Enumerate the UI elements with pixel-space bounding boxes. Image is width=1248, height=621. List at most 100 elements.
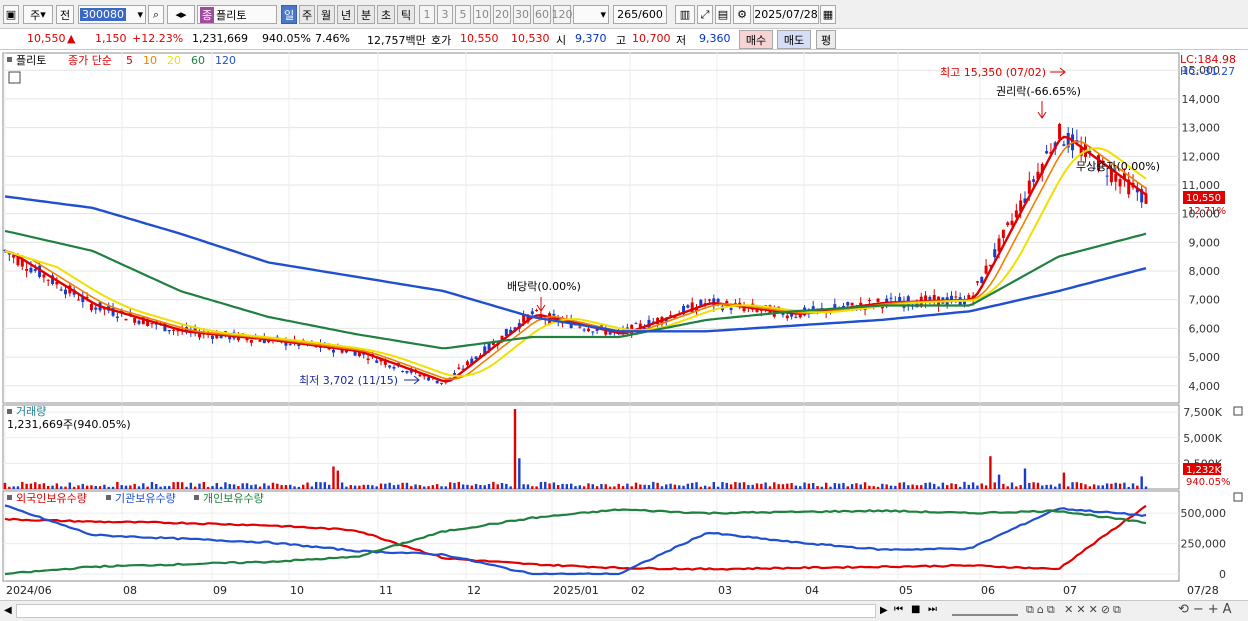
volume-bar — [1023, 468, 1027, 489]
volume-bar — [755, 483, 759, 489]
volume-bar — [16, 486, 20, 489]
volume-bar — [72, 486, 76, 489]
volume-bar — [920, 485, 923, 489]
legend-marker-icon — [7, 495, 12, 500]
turnover-rate: 7.46% — [315, 32, 350, 45]
stop-icon[interactable]: ■ — [911, 604, 920, 615]
tab-year[interactable]: 년 — [337, 5, 355, 24]
volume-bar — [427, 486, 430, 489]
volume-bar — [271, 482, 275, 489]
volume-bar — [729, 484, 733, 489]
zoom-slider[interactable] — [952, 606, 1018, 616]
dropdown-arrow-icon: ▾ — [600, 8, 606, 21]
minute-option[interactable]: 1 — [419, 5, 435, 24]
volume-bar — [1028, 482, 1031, 489]
candle-body — [1118, 179, 1122, 187]
candle-body — [150, 323, 154, 325]
zoom-controls-icon[interactable]: ⟲−+A — [1178, 602, 1236, 617]
tab-second[interactable]: 초 — [377, 5, 395, 24]
first-page-icon[interactable]: ⏮ — [894, 604, 903, 615]
scroll-left-icon[interactable]: ◀ — [4, 605, 12, 616]
chart-area[interactable]: 15,000 14,000 13,000 12,000 11,000 10,000 9,00… — [0, 51, 1248, 601]
volume-bar — [206, 486, 210, 489]
minute-option[interactable]: 10 — [473, 5, 491, 24]
volume-bar — [708, 486, 711, 489]
prev-button[interactable]: 전 — [56, 5, 74, 24]
sell-button[interactable]: 매도 — [777, 30, 811, 49]
volume-bar — [842, 482, 845, 489]
volume-bar — [38, 484, 41, 489]
tab-second-label: 초 — [380, 8, 392, 22]
stock-code-input[interactable]: 300080 ▾ — [78, 5, 146, 24]
volume-bar — [155, 484, 158, 489]
candle-body — [686, 305, 690, 308]
save-icon[interactable]: ▤ — [715, 5, 731, 24]
candle-body — [876, 298, 880, 302]
volume-bar — [375, 486, 378, 489]
minute-option[interactable]: 5 — [455, 5, 471, 24]
period-main-select[interactable]: 주 ▾ — [23, 5, 53, 24]
crosshair-icon[interactable]: ⤢ — [697, 5, 713, 24]
scroll-track[interactable] — [16, 604, 876, 618]
chart-svg[interactable]: 15,00014,00013,00012,00011,00010,0009,00… — [0, 51, 1248, 601]
volume-bar — [656, 482, 659, 489]
minute-option[interactable]: 20 — [493, 5, 511, 24]
tab-tick[interactable]: 틱 — [397, 5, 415, 24]
volume-bar — [474, 483, 478, 489]
eval-button-label: 평 — [820, 33, 832, 47]
drawing-tools-icon[interactable]: ⧉⌂⧉ ✕✕✕⊘⧉ — [1026, 603, 1124, 617]
indicator-list-icon[interactable]: ▥ — [675, 5, 695, 24]
candle-body — [552, 313, 556, 316]
calendar-icon[interactable]: ▦ — [820, 5, 836, 24]
sound-icon[interactable]: ◂▸ — [167, 5, 195, 24]
volume-bar — [168, 485, 171, 489]
data-count-field[interactable]: 265/600 — [613, 5, 667, 24]
minute-option[interactable]: 30 — [513, 5, 531, 24]
volume-bar — [1006, 486, 1009, 489]
scroll-right-icon[interactable]: ▶ — [880, 605, 888, 616]
tab-tick-label: 틱 — [400, 8, 412, 22]
minute-option[interactable]: 120 — [552, 5, 573, 24]
volume-bar — [414, 484, 417, 489]
volume-bar — [626, 483, 629, 489]
gear-icon[interactable]: ⚙ — [733, 5, 751, 24]
last-page-icon[interactable]: ⏭ — [928, 604, 937, 615]
tab-day[interactable]: 일 — [281, 5, 297, 24]
date-field[interactable]: 2025/07/28 — [753, 5, 819, 24]
volume-bar — [116, 481, 119, 489]
volume-bar — [302, 484, 305, 489]
tab-minute[interactable]: 분 — [357, 5, 375, 24]
eval-button[interactable]: 평 — [816, 30, 836, 49]
custom-period-select[interactable]: ▾ — [573, 5, 609, 24]
volume-bar — [289, 484, 292, 489]
panel-close-icon[interactable] — [1233, 492, 1243, 502]
table-icon[interactable] — [8, 71, 21, 84]
volume-bar — [613, 486, 616, 489]
panel-close-icon[interactable] — [1233, 406, 1243, 416]
open-label: 시 — [556, 34, 567, 47]
tab-week[interactable]: 주 — [299, 5, 315, 24]
tab-month[interactable]: 월 — [317, 5, 335, 24]
minute-option[interactable]: 3 — [437, 5, 453, 24]
stock-name-field[interactable]: 종 플리토 — [197, 5, 277, 24]
panel-menu-icon[interactable] — [7, 57, 12, 62]
volume-panel-frame — [2, 404, 1180, 490]
volume-bar — [349, 485, 352, 489]
x-tick: 09 — [213, 584, 227, 597]
panel-menu-icon[interactable] — [7, 409, 12, 414]
minute-option[interactable]: 60 — [533, 5, 551, 24]
search-icon[interactable]: ⌕ — [148, 5, 164, 24]
volume-bar — [1084, 484, 1087, 489]
volume-bar — [245, 483, 249, 489]
volume-bar — [894, 485, 897, 489]
candle-body — [867, 299, 871, 301]
sell-button-label: 매도 — [783, 33, 805, 47]
high-label: 고 — [616, 34, 627, 47]
window-menu-icon[interactable]: ▣ — [3, 5, 19, 24]
volume-bar — [1136, 485, 1139, 489]
volume-bar — [855, 483, 858, 489]
volume-bar — [1097, 485, 1100, 489]
volume-bar — [254, 484, 257, 489]
volume-bar — [608, 486, 612, 489]
buy-button[interactable]: 매수 — [739, 30, 773, 49]
